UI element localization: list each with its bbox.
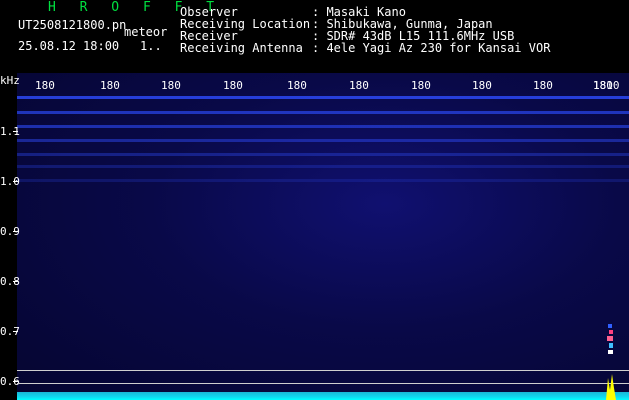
antenna-value: : 4ele Yagi Az 230 for Kansai VOR (312, 41, 551, 55)
frequency-band (17, 96, 629, 99)
frequency-tick (13, 181, 18, 182)
file-name: UT2508121800.pn (18, 18, 127, 32)
time-tick-label: 180 (161, 79, 181, 92)
time-tick-label: 180 (100, 79, 120, 92)
antenna-label: Receiving Antenna (180, 41, 303, 55)
time-tick-label: 180 (472, 79, 492, 92)
reference-line (17, 383, 629, 384)
frequency-band (17, 125, 629, 128)
meteor-count: 1.. (140, 39, 162, 53)
frequency-band (17, 139, 629, 142)
hrofft-window: H R O F F T UT2508121800.pn meteor 25.08… (0, 0, 629, 400)
noise-floor (17, 392, 629, 400)
frequency-tick (13, 381, 18, 382)
frequency-band (17, 179, 629, 182)
reference-line (17, 370, 629, 371)
time-tick-label: 180 (533, 79, 553, 92)
meteor-echo (606, 324, 616, 400)
y-unit-label: kHz (0, 74, 20, 87)
time-tick-label: 180 (349, 79, 369, 92)
time-tick-label: 1810 (593, 79, 620, 92)
frequency-tick (13, 331, 18, 332)
date-time: 25.08.12 18:00 (18, 39, 120, 53)
time-tick-label: 180 (35, 79, 55, 92)
frequency-band (17, 153, 629, 156)
meteor-label: meteor (124, 25, 168, 39)
frequency-tick (13, 231, 18, 232)
spectrogram-plot (17, 73, 629, 400)
time-tick-label: 180 (411, 79, 431, 92)
frequency-band (17, 165, 629, 168)
frequency-tick (13, 131, 18, 132)
time-tick-label: 180 (223, 79, 243, 92)
frequency-band (17, 111, 629, 114)
frequency-tick (13, 281, 18, 282)
time-tick-label: 180 (287, 79, 307, 92)
